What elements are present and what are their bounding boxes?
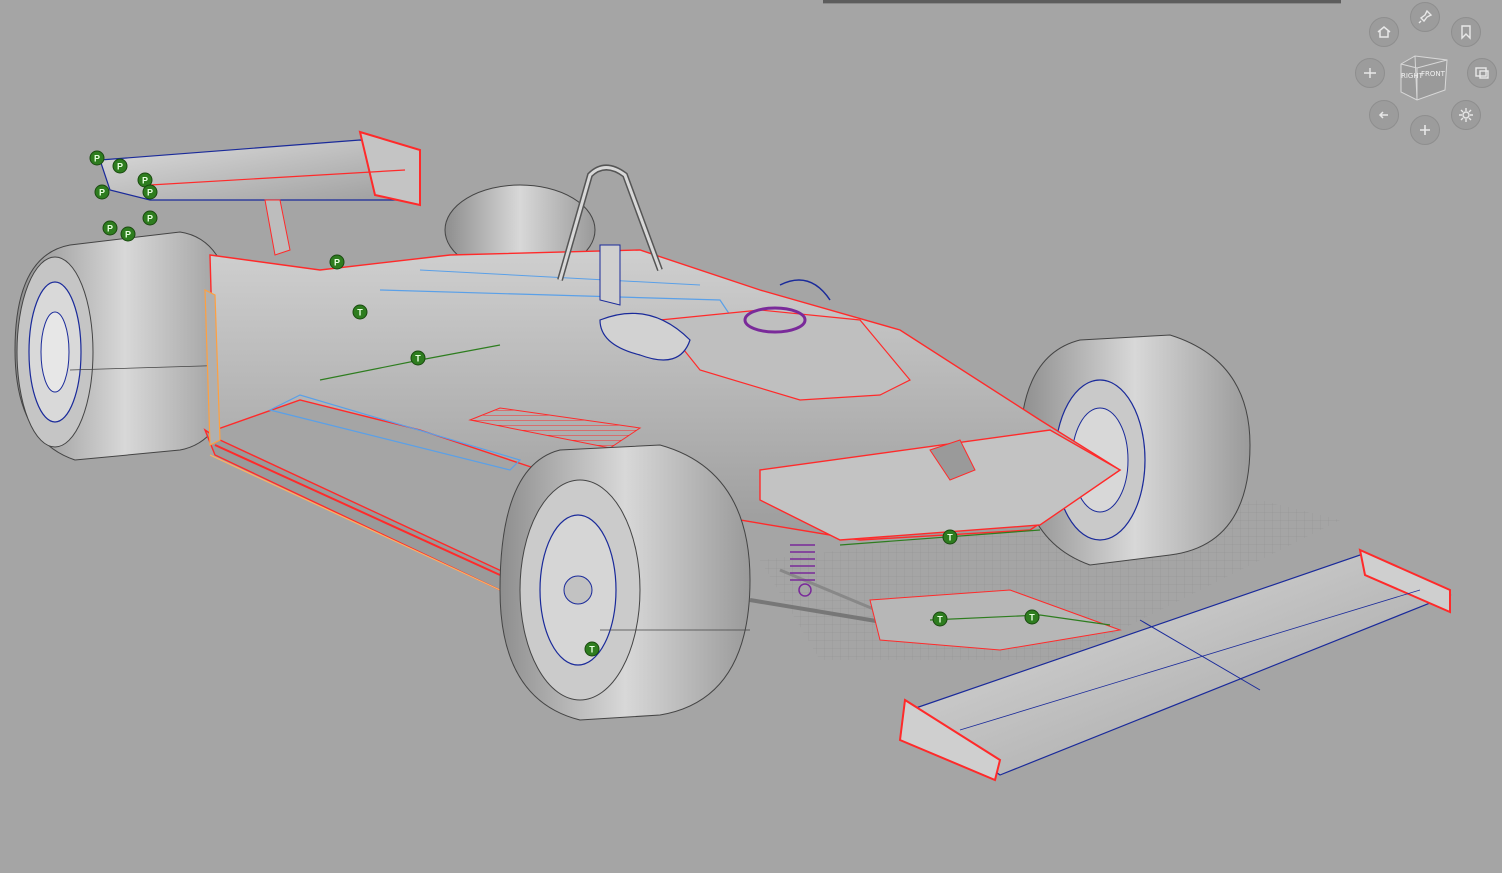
svg-text:T: T bbox=[947, 533, 953, 543]
p-marker[interactable]: P bbox=[120, 226, 136, 242]
p-marker[interactable]: P bbox=[329, 254, 345, 270]
view-cube-right-face[interactable]: RIGHT bbox=[1401, 72, 1423, 80]
p-marker[interactable]: P bbox=[112, 158, 128, 174]
t-marker[interactable]: T bbox=[942, 529, 958, 545]
pin-icon[interactable] bbox=[1410, 2, 1440, 32]
p-marker[interactable]: P bbox=[102, 220, 118, 236]
svg-text:P: P bbox=[142, 176, 148, 186]
svg-text:P: P bbox=[147, 214, 153, 224]
svg-text:T: T bbox=[1029, 613, 1035, 623]
view-cube-front-face[interactable]: FRONT bbox=[1421, 70, 1445, 78]
zoom-plus-icon[interactable] bbox=[1410, 115, 1440, 145]
window-icon[interactable] bbox=[1467, 58, 1497, 88]
svg-text:T: T bbox=[357, 308, 363, 318]
svg-text:P: P bbox=[117, 162, 123, 172]
t-marker[interactable]: T bbox=[1024, 609, 1040, 625]
view-cube[interactable]: RIGHT FRONT bbox=[1397, 50, 1449, 102]
t-marker[interactable]: T bbox=[410, 350, 426, 366]
svg-text:T: T bbox=[415, 354, 421, 364]
home-icon[interactable] bbox=[1369, 17, 1399, 47]
back-arrow-icon[interactable] bbox=[1369, 100, 1399, 130]
t-marker[interactable]: T bbox=[352, 304, 368, 320]
svg-text:T: T bbox=[589, 645, 595, 655]
view-navigation-widget[interactable]: RIGHT FRONT bbox=[1355, 0, 1502, 150]
t-marker[interactable]: T bbox=[932, 611, 948, 627]
svg-text:T: T bbox=[937, 615, 943, 625]
p-marker[interactable]: P bbox=[142, 184, 158, 200]
t-marker[interactable]: T bbox=[584, 641, 600, 657]
look-icon[interactable] bbox=[1355, 58, 1385, 88]
f1-car-model[interactable]: PPPP PPPPP TTTT TT bbox=[0, 0, 1502, 873]
p-marker[interactable]: P bbox=[94, 184, 110, 200]
svg-text:P: P bbox=[334, 258, 340, 268]
p-marker[interactable]: P bbox=[89, 150, 105, 166]
bookmark-icon[interactable] bbox=[1451, 17, 1481, 47]
front-left-wheel[interactable] bbox=[499, 444, 751, 721]
3d-viewport[interactable]: PPPPPPPPP TTTTTT RIGHT FRONT bbox=[0, 0, 1502, 873]
p-marker[interactable]: P bbox=[142, 210, 158, 226]
svg-text:P: P bbox=[107, 224, 113, 234]
rear-left-wheel[interactable] bbox=[14, 231, 236, 461]
svg-text:P: P bbox=[125, 230, 131, 240]
svg-text:P: P bbox=[99, 188, 105, 198]
svg-text:P: P bbox=[94, 154, 100, 164]
settings-gear-icon[interactable] bbox=[1451, 100, 1481, 130]
svg-text:P: P bbox=[147, 188, 153, 198]
